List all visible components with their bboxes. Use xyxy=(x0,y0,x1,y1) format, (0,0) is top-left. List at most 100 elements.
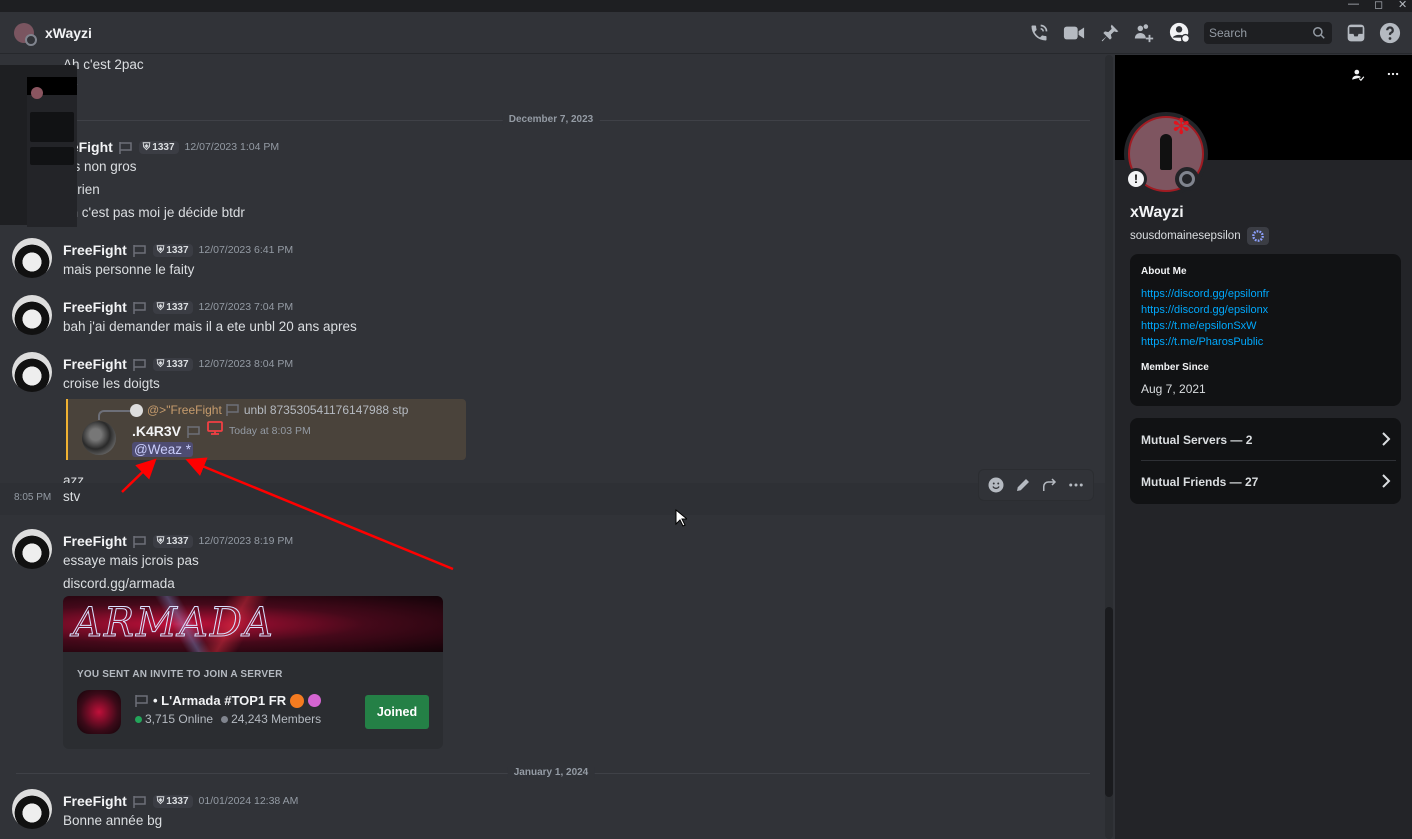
guild-tag[interactable]: ⛨ 1337 xyxy=(152,300,193,314)
alert-badge-icon: ! xyxy=(1125,168,1147,190)
hovered-message-row[interactable]: 8:05 PM stv xyxy=(0,483,1105,515)
about-link[interactable]: https://discord.gg/epsilonfr xyxy=(1141,288,1269,300)
message-timestamp[interactable]: 12/07/2023 8:19 PM xyxy=(199,535,294,547)
server-icon[interactable] xyxy=(77,690,121,734)
shield-icon: ⛨ xyxy=(142,141,151,153)
author-name[interactable]: FreeFight xyxy=(63,299,127,315)
message-timestamp[interactable]: 12/07/2023 1:04 PM xyxy=(185,141,280,153)
profile-badge-icon[interactable] xyxy=(1246,227,1269,245)
reply-reference[interactable]: @>"FreeFight unbl 873530541176147988 stp xyxy=(130,403,408,417)
joined-button[interactable]: Joined xyxy=(365,695,429,729)
thumbnail-about-card xyxy=(30,112,74,142)
friend-status-icon[interactable] xyxy=(1351,68,1365,87)
minimize-button[interactable]: — xyxy=(1348,0,1359,10)
shield-icon: ⛨ xyxy=(156,535,165,547)
scrollbar-thumb[interactable] xyxy=(1105,607,1113,797)
message-line: essaye mais jcrois pas xyxy=(63,553,199,568)
profile-username: sousdomainesepsilon xyxy=(1130,230,1241,242)
member-since-value: Aug 7, 2021 xyxy=(1141,382,1206,396)
thumbnail-mutual-card xyxy=(30,147,74,165)
forwarded-author[interactable]: .K4R3V xyxy=(132,423,181,439)
guild-tag[interactable]: ⛨ 1337 xyxy=(152,357,193,371)
chat-scrollbar[interactable] xyxy=(1105,55,1113,839)
help-icon[interactable] xyxy=(1379,22,1401,44)
author-avatar[interactable] xyxy=(12,238,52,278)
video-call-icon[interactable] xyxy=(1063,22,1085,44)
message-header: FreeFight ⛨ 1337 12/07/2023 7:04 PM xyxy=(63,299,293,315)
message-header: eeFight ⛨ 1337 12/07/2023 1:04 PM xyxy=(63,139,279,155)
anger-decoration-icon: ✻ xyxy=(1172,114,1191,139)
search-input[interactable]: Search xyxy=(1204,22,1332,44)
mutual-servers-label: Mutual Servers — 2 xyxy=(1141,433,1253,447)
message-header: FreeFight ⛨ 1337 12/07/2023 8:19 PM xyxy=(63,533,293,549)
forwarded-message[interactable]: @>"FreeFight unbl 873530541176147988 stp… xyxy=(66,399,466,460)
thumbnail-profile-preview xyxy=(27,77,77,227)
message-header: FreeFight ⛨ 1337 12/07/2023 6:41 PM xyxy=(63,242,293,258)
message-hover-toolbar xyxy=(978,469,1094,501)
guild-tag[interactable]: ⛨ 1337 xyxy=(152,534,193,548)
reply-avatar-icon xyxy=(130,403,143,417)
maximize-button[interactable]: ◻ xyxy=(1374,0,1383,11)
author-name[interactable]: FreeFight xyxy=(63,533,127,549)
author-avatar[interactable] xyxy=(12,352,52,392)
add-friends-to-dm-icon[interactable] xyxy=(1133,22,1155,44)
guild-tag[interactable]: ⛨ 1337 xyxy=(138,140,179,154)
search-placeholder: Search xyxy=(1209,26,1248,40)
shield-icon: ⛨ xyxy=(156,358,165,370)
author-avatar[interactable] xyxy=(12,529,52,569)
author-name[interactable]: FreeFight xyxy=(63,242,127,258)
about-link[interactable]: https://t.me/epsilonSxW xyxy=(1141,320,1257,332)
reply-spine xyxy=(98,410,130,420)
message-line: stv xyxy=(63,489,81,504)
dm-title[interactable]: xWayzi xyxy=(45,25,92,41)
date-divider-label: December 7, 2023 xyxy=(502,114,600,125)
channel-header: xWayzi Search xyxy=(0,12,1412,54)
pinned-messages-icon[interactable] xyxy=(1099,22,1121,44)
voice-call-icon[interactable] xyxy=(1028,22,1050,44)
forwarded-timestamp[interactable]: Today at 8:03 PM xyxy=(229,425,311,437)
more-options-icon[interactable] xyxy=(1385,67,1401,86)
guild-tag[interactable]: ⛨ 1337 xyxy=(152,243,193,257)
flag-icon xyxy=(133,535,147,548)
message-timestamp[interactable]: 12/07/2023 6:41 PM xyxy=(199,244,294,256)
message-header: FreeFight ⛨ 1337 12/07/2023 8:04 PM xyxy=(63,356,293,372)
avatar-reaper-figure xyxy=(1160,134,1172,170)
dm-user-avatar[interactable] xyxy=(14,23,37,46)
shield-icon: ⛨ xyxy=(156,795,165,807)
pumpkin-icon xyxy=(290,693,305,708)
mutual-servers-row[interactable]: Mutual Servers — 2 xyxy=(1141,420,1391,460)
message-timestamp[interactable]: 01/01/2024 12:38 AM xyxy=(199,795,299,807)
message-timestamp[interactable]: 12/07/2023 8:04 PM xyxy=(199,358,294,370)
message-line: Bonne année bg xyxy=(63,813,163,828)
forwarded-author-avatar[interactable] xyxy=(82,421,116,455)
user-profile-icon[interactable] xyxy=(1169,22,1191,44)
edit-icon[interactable] xyxy=(1014,476,1032,494)
user-mention[interactable]: @Weaz * xyxy=(132,442,193,457)
author-name[interactable]: FreeFight xyxy=(63,793,127,809)
author-avatar[interactable] xyxy=(12,295,52,335)
forward-icon[interactable] xyxy=(1040,476,1058,494)
invite-link[interactable]: discord.gg/armada xyxy=(63,576,175,591)
flag-icon xyxy=(133,795,147,808)
message-timestamp[interactable]: 12/07/2023 7:04 PM xyxy=(199,301,294,313)
about-link[interactable]: https://t.me/PharosPublic xyxy=(1141,336,1263,348)
close-button[interactable]: ✕ xyxy=(1398,0,1407,11)
add-reaction-icon[interactable] xyxy=(987,476,1005,494)
author-avatar[interactable] xyxy=(12,789,52,829)
message-line: croise les doigts xyxy=(63,376,160,391)
about-link[interactable]: https://discord.gg/epsilonx xyxy=(1141,304,1268,316)
inbox-icon[interactable] xyxy=(1345,22,1367,44)
mutual-friends-label: Mutual Friends — 27 xyxy=(1141,475,1259,489)
hover-timestamp: 8:05 PM xyxy=(14,492,52,503)
mutuals-card: Mutual Servers — 2 Mutual Friends — 27 xyxy=(1130,418,1401,504)
shield-icon: ⛨ xyxy=(156,301,165,313)
chevron-right-icon xyxy=(1381,431,1391,449)
server-name[interactable]: • L'Armada #TOP1 FR xyxy=(135,693,322,708)
guild-tag[interactable]: ⛨ 1337 xyxy=(152,794,193,808)
window-titlebar: — ◻ ✕ xyxy=(0,0,1412,12)
screenshot-thumbnail-overlay[interactable] xyxy=(0,65,77,227)
mutual-friends-row[interactable]: Mutual Friends — 27 xyxy=(1141,462,1391,502)
author-name[interactable]: FreeFight xyxy=(63,356,127,372)
about-me-title: About Me xyxy=(1141,266,1187,277)
more-options-icon[interactable] xyxy=(1067,476,1085,494)
